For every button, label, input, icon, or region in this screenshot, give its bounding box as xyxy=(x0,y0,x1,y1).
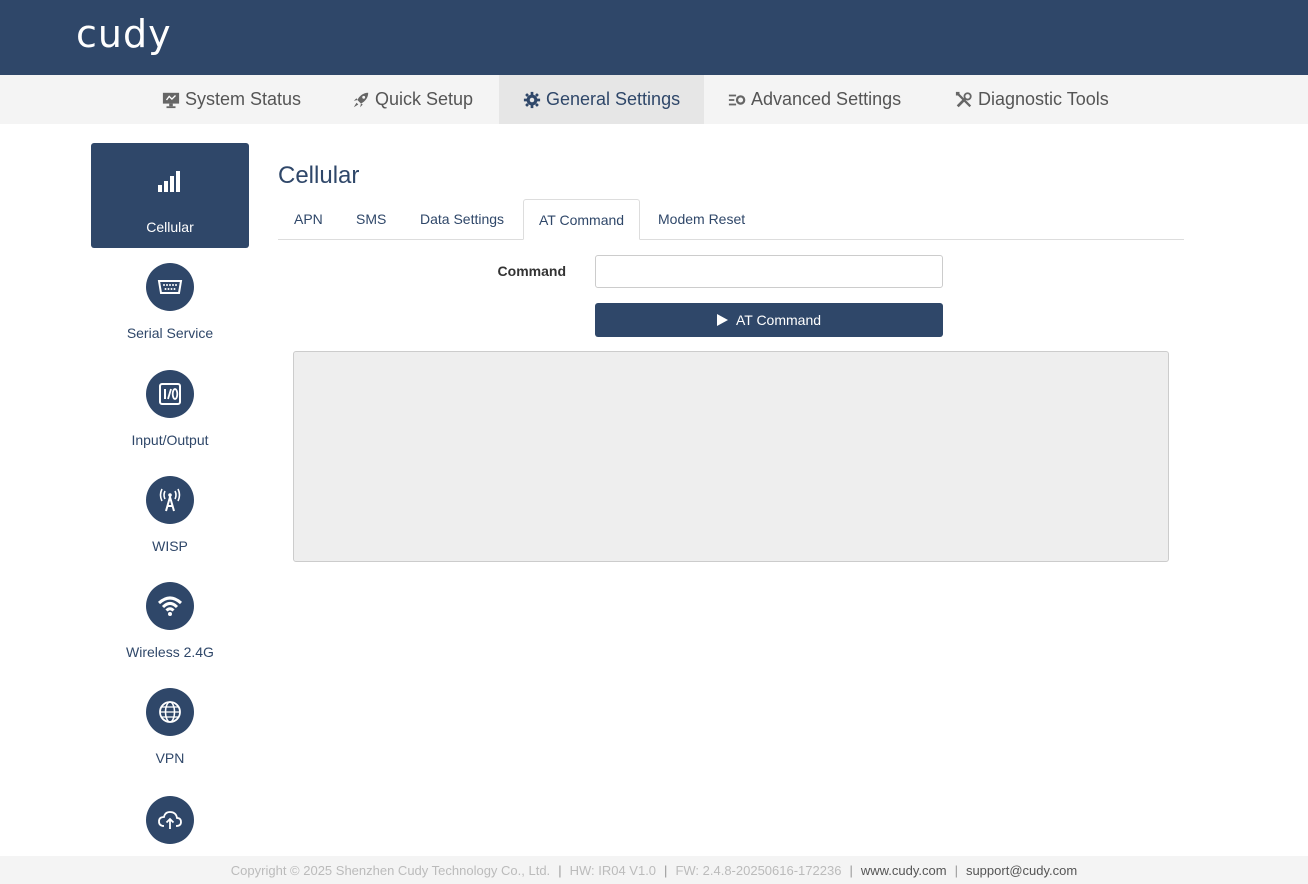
footer: Copyright © 2025 Shenzhen Cudy Technolog… xyxy=(0,856,1308,884)
sidebar-item-label: VPN xyxy=(155,750,185,766)
at-command-button-label: AT Command xyxy=(735,312,822,328)
sidebar-icon-wrap xyxy=(146,476,194,524)
sidebar-item-input-output[interactable]: Input/Output xyxy=(91,370,249,475)
sidebar-icon-wrap xyxy=(146,157,194,205)
nav-diagnostic-tools[interactable]: Diagnostic Tools xyxy=(955,75,1109,124)
nav-label: Diagnostic Tools xyxy=(978,89,1109,109)
footer-hw: HW: IR04 V1.0 xyxy=(569,862,657,878)
sidebar-item-cloud[interactable] xyxy=(91,796,249,844)
footer-copyright: Copyright © 2025 Shenzhen Cudy Technolog… xyxy=(230,862,551,878)
sidebar-item-wisp[interactable]: WISP xyxy=(91,476,249,581)
top-navigation: System Status Quick Setup General Settin… xyxy=(0,75,1308,124)
sidebar-item-label: Input/Output xyxy=(131,432,209,448)
monitor-icon xyxy=(162,92,180,108)
nav-label: General Settings xyxy=(546,89,681,109)
rocket-icon xyxy=(353,92,369,107)
play-icon xyxy=(716,314,728,326)
nav-quick-setup[interactable]: Quick Setup xyxy=(352,75,473,124)
sidebar-icon-wrap xyxy=(146,370,194,418)
nav-advanced-settings[interactable]: Advanced Settings xyxy=(728,75,901,124)
antenna-icon xyxy=(159,488,181,512)
footer-email-link[interactable]: support@cudy.com xyxy=(966,863,1077,878)
at-command-output[interactable] xyxy=(293,351,1169,562)
sidebar-item-label: Cellular xyxy=(146,219,194,235)
sidebar-icon-wrap xyxy=(146,582,194,630)
sidebar-item-label: WISP xyxy=(152,538,188,554)
tools-icon xyxy=(955,91,972,107)
footer-separator: | xyxy=(664,862,668,878)
signal-bars-icon xyxy=(158,171,180,192)
sidebar-item-wireless-2-4g[interactable]: Wireless 2.4G xyxy=(91,582,249,687)
sidebar-icon-wrap xyxy=(146,263,194,311)
globe-icon xyxy=(159,701,181,723)
serial-port-icon xyxy=(157,280,183,294)
tab-modem-reset[interactable]: Modem Reset xyxy=(643,199,760,240)
page-title: Cellular xyxy=(278,162,360,189)
tab-at-command[interactable]: AT Command xyxy=(523,199,641,240)
tab-bar: APN SMS Data Settings AT Command Modem R… xyxy=(278,199,1184,240)
footer-website-link[interactable]: www.cudy.com xyxy=(861,863,947,878)
nav-label: System Status xyxy=(185,89,302,109)
sidebar-icon-wrap xyxy=(146,796,194,844)
sidebar-item-cellular[interactable]: Cellular xyxy=(91,143,249,248)
nav-label: Advanced Settings xyxy=(751,89,902,109)
gear-icon xyxy=(523,91,541,108)
tab-data-settings[interactable]: Data Settings xyxy=(405,199,519,240)
cudy-logo[interactable]: cudy xyxy=(76,12,172,56)
command-input[interactable] xyxy=(595,255,943,288)
tab-sms[interactable]: SMS xyxy=(341,199,401,240)
nav-general-settings[interactable]: General Settings xyxy=(499,75,704,124)
sidebar-item-label: Wireless 2.4G xyxy=(126,644,214,660)
sliders-gear-icon xyxy=(728,94,746,105)
footer-separator: | xyxy=(558,862,562,878)
sidebar-icon-wrap xyxy=(146,688,194,736)
footer-separator: | xyxy=(954,862,958,878)
header: cudy xyxy=(0,0,1308,75)
io-icon xyxy=(159,383,181,405)
tab-apn[interactable]: APN xyxy=(279,199,338,240)
cloud-upload-icon xyxy=(158,811,182,829)
footer-fw: FW: 2.4.8-20250616-172236 xyxy=(675,862,842,878)
footer-separator: | xyxy=(849,862,853,878)
wifi-icon xyxy=(157,596,183,616)
command-label: Command xyxy=(497,263,566,279)
sidebar-item-vpn[interactable]: VPN xyxy=(91,688,249,793)
nav-system-status[interactable]: System Status xyxy=(162,75,301,124)
nav-label: Quick Setup xyxy=(375,89,474,109)
at-command-button[interactable]: AT Command xyxy=(595,303,943,337)
sidebar-item-label: Serial Service xyxy=(126,325,214,341)
sidebar-item-serial-service[interactable]: Serial Service xyxy=(91,263,249,368)
